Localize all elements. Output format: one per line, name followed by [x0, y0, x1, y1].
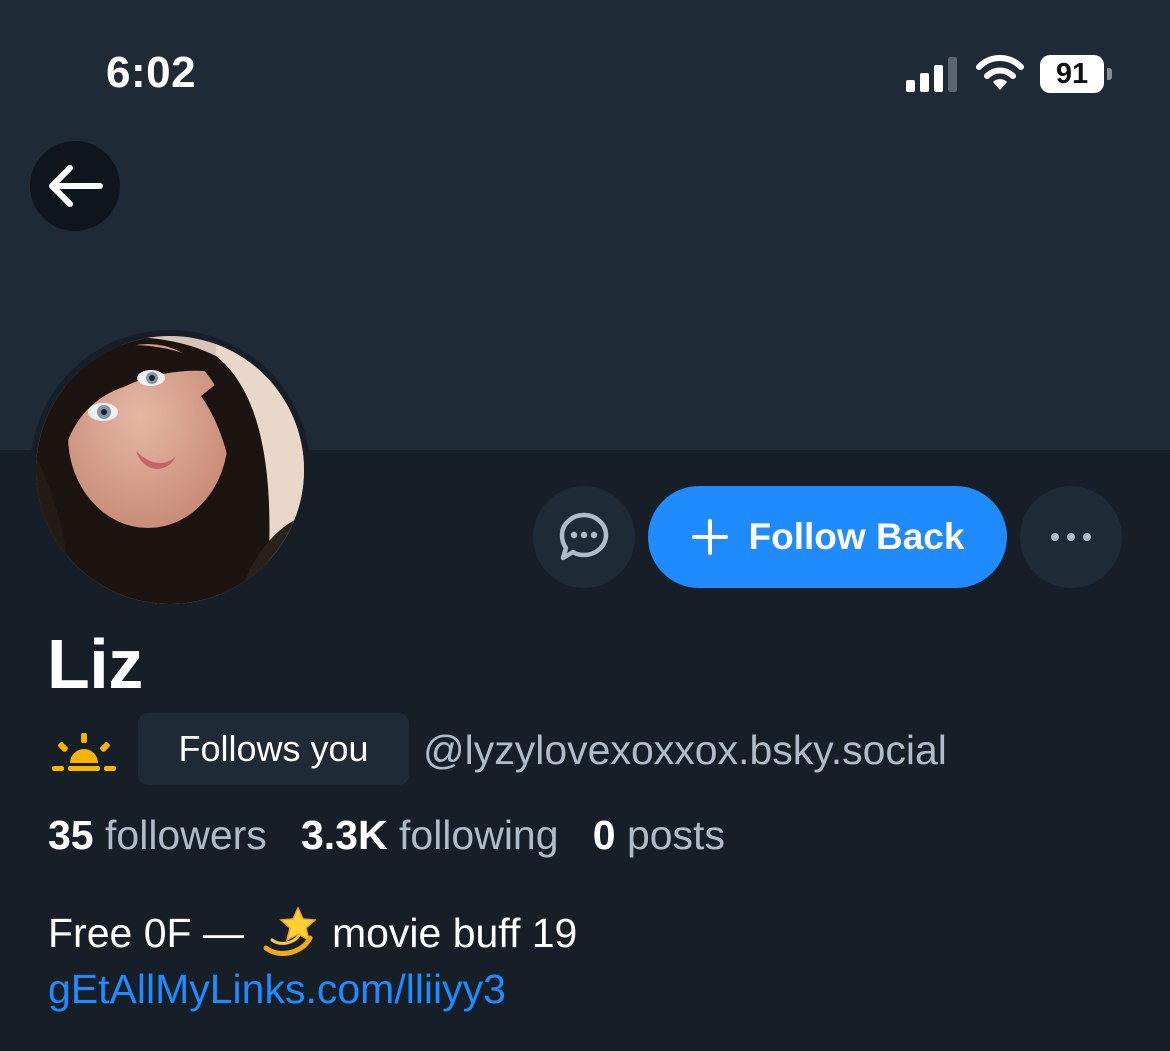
back-button[interactable]: [30, 141, 120, 231]
battery-tip: [1107, 68, 1112, 80]
follows-you-badge: Follows you: [138, 713, 409, 785]
ellipsis-icon: [1051, 533, 1091, 541]
profile-stats: 35 followers 3.3K following 0 posts: [48, 812, 725, 859]
arrow-left-icon: [49, 165, 103, 207]
more-options-button[interactable]: [1020, 486, 1122, 588]
followers-label: followers: [105, 812, 267, 858]
sunrise-emoji-icon: [52, 733, 116, 771]
avatar-photo: [36, 336, 304, 604]
message-button[interactable]: [533, 486, 635, 588]
dizzy-star-emoji-icon: [263, 906, 316, 956]
chat-bubble-icon: [559, 512, 609, 561]
wifi-icon: [976, 55, 1024, 90]
signal-icon: [906, 57, 957, 92]
follow-back-label: Follow Back: [748, 516, 965, 557]
battery-level: 91: [1040, 55, 1104, 93]
followers-stat[interactable]: 35 followers: [48, 812, 267, 858]
plus-icon: [691, 519, 728, 555]
following-stat[interactable]: 3.3K following: [301, 812, 559, 858]
bio-text-start: Free 0F —: [48, 909, 244, 956]
follow-back-button[interactable]: Follow Back: [648, 486, 1007, 588]
bio-text-end: movie buff 19: [331, 909, 578, 956]
posts-label: posts: [626, 812, 725, 858]
posts-count: 0: [592, 812, 616, 858]
posts-stat: 0 posts: [593, 812, 725, 858]
avatar[interactable]: [36, 336, 304, 604]
status-bar: 6:02 91: [0, 0, 1170, 150]
bio-link[interactable]: gEtAllMyLinks.com/lliiyy3: [48, 966, 506, 1013]
profile-handle[interactable]: @lyzylovexoxxox.bsky.social: [423, 727, 947, 774]
profile-bio: Free 0F — movie buff 19: [48, 904, 577, 962]
followers-count: 35: [48, 812, 94, 858]
display-name: Liz: [47, 625, 143, 703]
following-label: following: [399, 812, 559, 858]
battery-icon: 91: [1040, 55, 1112, 93]
following-count: 3.3K: [300, 812, 388, 858]
status-time: 6:02: [106, 48, 197, 97]
